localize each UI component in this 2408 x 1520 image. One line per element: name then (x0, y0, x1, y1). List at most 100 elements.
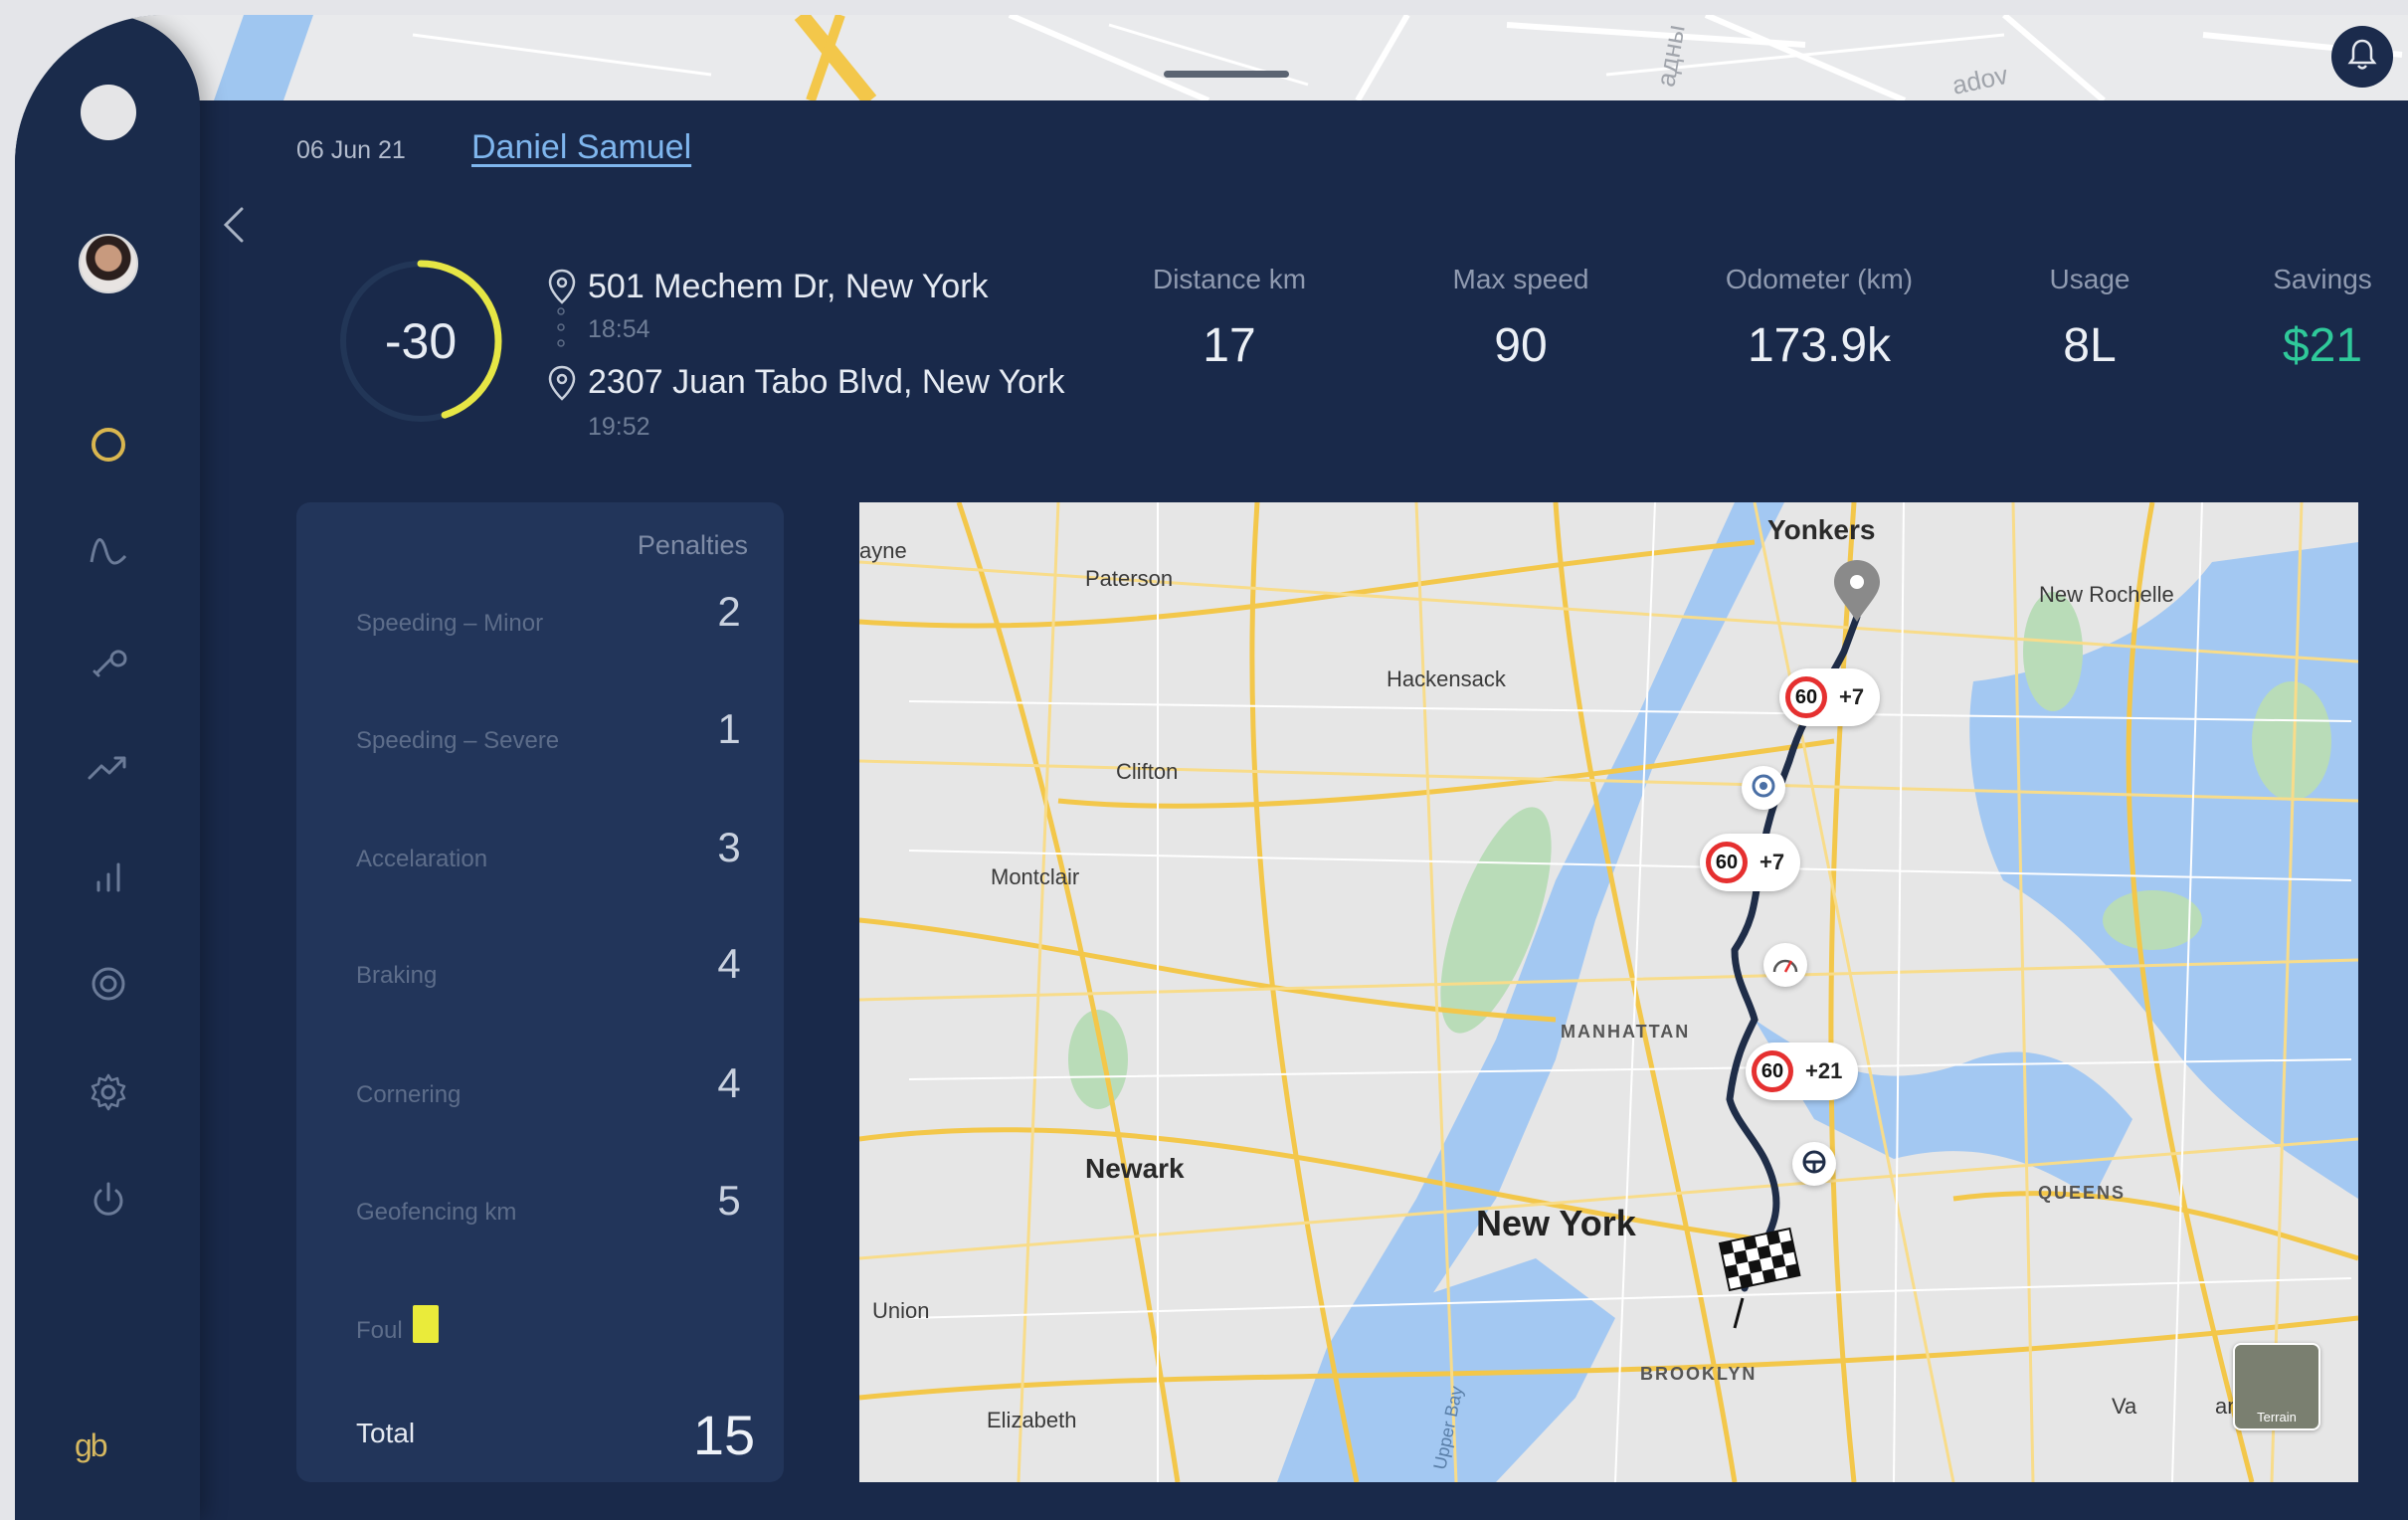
penalty-value: 3 (717, 824, 741, 870)
app-window: адны adov gb 06 Jun 21 Daniel Samuel -30… (15, 15, 2408, 1520)
map-place-label: New York (1476, 1203, 1636, 1243)
nav-activity[interactable] (78, 523, 139, 585)
speeding-event-marker[interactable]: 60 +7 (1779, 668, 1881, 726)
gear-icon (89, 1072, 128, 1117)
penalty-label: Cornering (356, 1081, 462, 1108)
map-place-label: MANHATTAN (1561, 1022, 1691, 1042)
map-place-label: QUEENS (2038, 1183, 2127, 1203)
target-icon (1751, 773, 1776, 804)
terrain-label: Terrain (2257, 1410, 2297, 1425)
wave-icon (89, 532, 128, 577)
bell-icon (2347, 38, 2377, 77)
acceleration-event-marker[interactable] (1763, 943, 1807, 987)
start-pin-icon (548, 269, 576, 304)
map-place-label: Clifton (1116, 759, 1179, 784)
wrench-icon (89, 641, 128, 685)
penalty-label: Foul (356, 1317, 403, 1344)
nav-maintenance[interactable] (78, 632, 139, 693)
speed-limit-sign: 60 (1752, 1050, 1793, 1092)
map-place-label: Hackensack (1387, 666, 1506, 691)
end-address: 2307 Juan Tabo Blvd, New York (588, 363, 1065, 401)
map-place-label: Yonkers (1767, 514, 1876, 545)
end-pin-icon (548, 365, 576, 401)
speeding-event-marker[interactable]: 60 +21 (1746, 1043, 1859, 1100)
penalty-row: Speeding – Minor 2 (296, 588, 784, 658)
foul-card-icon (413, 1305, 439, 1343)
end-time: 19:52 (588, 413, 650, 441)
penalties-panel: Penalties Speeding – Minor 2 Speeding – … (296, 502, 784, 1482)
map-place-label: New Rochelle (2039, 582, 2174, 607)
map-place-label: Paterson (1085, 566, 1174, 591)
speed-over-value: +21 (1805, 1058, 1843, 1083)
notifications-button[interactable] (2331, 26, 2393, 88)
stat-savings-label: Savings (2273, 264, 2372, 294)
penalty-value: 5 (717, 1177, 741, 1224)
cornering-event-marker[interactable] (1792, 1142, 1836, 1186)
nav-reports[interactable] (78, 848, 139, 909)
driver-name-link[interactable]: Daniel Samuel (471, 128, 691, 167)
speeding-event-marker[interactable]: 60 +7 (1700, 834, 1801, 891)
nav-dashboard[interactable] (78, 416, 139, 477)
start-time: 18:54 (588, 315, 650, 343)
terrain-toggle[interactable]: Terrain (2233, 1343, 2320, 1430)
penalty-label: Braking (356, 962, 438, 989)
trip-map[interactable]: ayne Paterson Yonkers New Rochelle Hacke… (859, 502, 2358, 1482)
power-icon (89, 1180, 128, 1225)
map-base (859, 502, 2358, 1482)
stat-maxspeed-label: Max speed (1452, 264, 1589, 294)
penalty-row: Geofencing km 5 (296, 1177, 784, 1246)
nav-goals[interactable] (78, 955, 139, 1017)
stat-odometer-label: Odometer (km) (1725, 264, 1914, 294)
braking-event-marker[interactable] (1742, 766, 1785, 810)
drawer-handle[interactable] (1164, 71, 1289, 78)
penalty-value: 2 (717, 588, 741, 635)
top-map-strip: адны adov (15, 15, 2408, 100)
stat-odometer-value: 173.9k (1747, 319, 1892, 372)
map-place-label: BROOKLYN (1640, 1364, 1758, 1384)
start-address: 501 Mechem Dr, New York (588, 268, 989, 305)
penalty-value: 4 (717, 940, 741, 987)
penalties-total-label: Total (356, 1418, 416, 1448)
penalty-row: Speeding – Severe 1 (296, 705, 784, 775)
map-place-label: Montclair (991, 864, 1080, 889)
map-place-label: Elizabeth (987, 1408, 1077, 1432)
stat-savings-value: $21 (2282, 319, 2363, 372)
penalty-value: 4 (717, 1059, 741, 1106)
penalty-label: Speeding – Severe (356, 727, 560, 754)
stat-distance-label: Distance km (1152, 264, 1307, 294)
route-dots (557, 307, 565, 347)
nav-trends[interactable] (78, 739, 139, 801)
stat-usage-value: 8L (2063, 319, 2117, 372)
stat-usage-label: Usage (2049, 264, 2130, 294)
penalty-row: Foul (296, 1295, 784, 1365)
speed-over-value: +7 (1839, 684, 1865, 709)
penalty-label: Accelaration (356, 846, 488, 872)
brand-mark: gb (75, 1427, 108, 1463)
map-place-label: ayne (859, 538, 907, 563)
target-icon (89, 964, 128, 1009)
sidebar: gb (15, 15, 200, 1520)
penalty-row: Accelaration 3 (296, 824, 784, 893)
map-place-label: Union (872, 1298, 930, 1323)
map-place-label: Va (2112, 1394, 2137, 1419)
penalties-header: Penalties (637, 530, 748, 560)
nav-settings[interactable] (78, 1063, 139, 1125)
penalty-value: 1 (717, 705, 741, 752)
trip-date: 06 Jun 21 (296, 136, 406, 164)
app-logo (81, 85, 136, 140)
score-value: -30 (384, 313, 458, 369)
nav-logout[interactable] (78, 1171, 139, 1233)
stat-maxspeed-value: 90 (1494, 319, 1548, 372)
stat-distance-value: 17 (1203, 319, 1256, 372)
bar-chart-icon (89, 856, 128, 901)
trend-icon (87, 748, 130, 793)
back-button[interactable] (214, 197, 254, 257)
user-avatar[interactable] (79, 234, 138, 293)
penalty-row: Cornering 4 (296, 1059, 784, 1129)
speed-over-value: +7 (1760, 850, 1785, 874)
penalty-label: Speeding – Minor (356, 610, 544, 637)
dashboard-ring-icon (89, 425, 128, 470)
speedometer-icon (1771, 952, 1799, 979)
penalties-total-value: 15 (692, 1404, 756, 1466)
steering-wheel-icon (1801, 1149, 1827, 1180)
